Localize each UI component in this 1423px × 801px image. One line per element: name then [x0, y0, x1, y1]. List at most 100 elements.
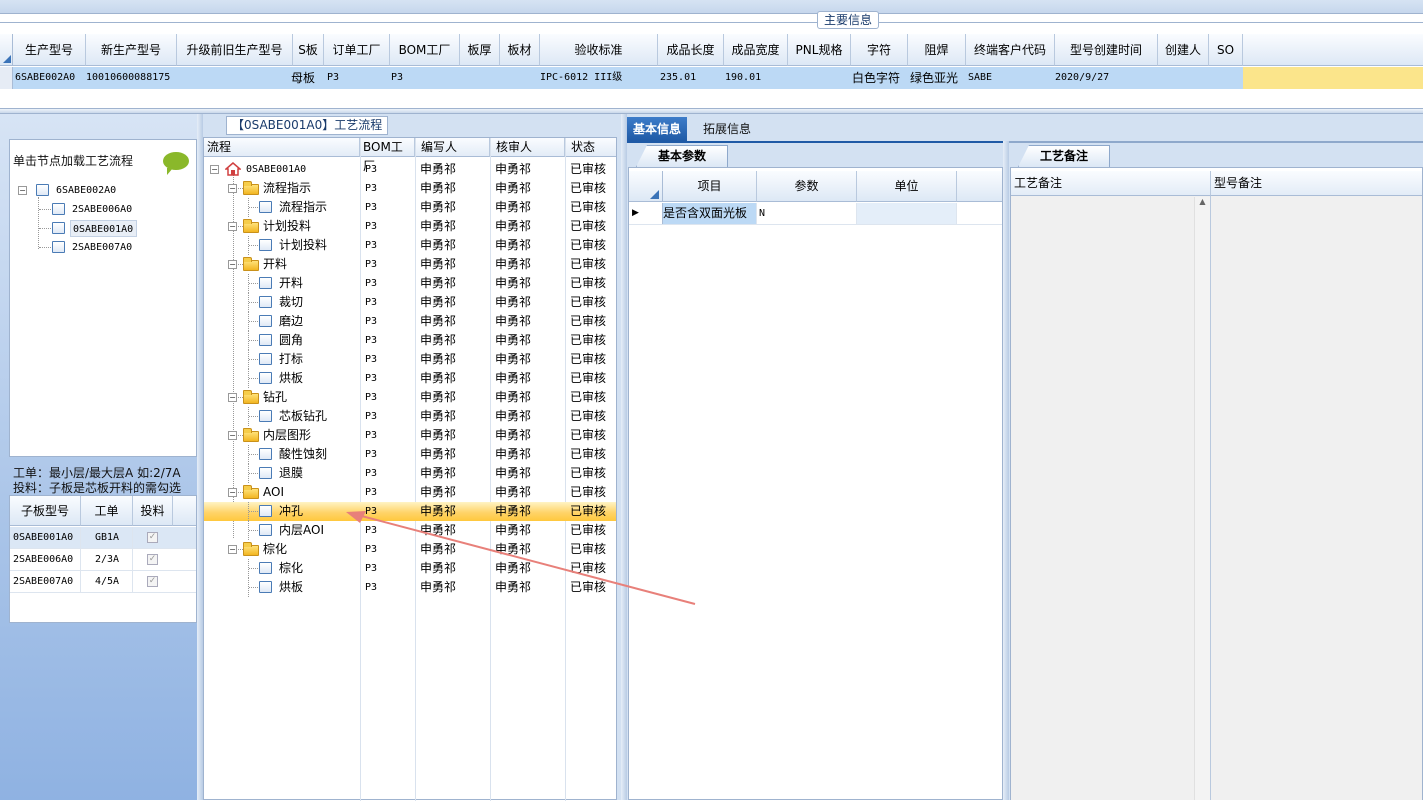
col-sub-model[interactable]: 子板型号	[10, 496, 81, 526]
col-feed[interactable]: 投料	[133, 496, 173, 526]
process-row[interactable]: − 流程指示 P3 申勇祁 申勇祁 已审核	[204, 179, 616, 198]
col-new-model[interactable]: 新生产型号	[86, 34, 177, 66]
collapse-icon[interactable]: −	[228, 431, 237, 440]
process-row[interactable]: − 内层图形 P3 申勇祁 申勇祁 已审核	[204, 426, 616, 445]
feed-checkbox[interactable]: ✓	[147, 532, 158, 543]
cell-work-order[interactable]: 4/5A	[81, 571, 133, 593]
collapse-icon[interactable]: −	[228, 260, 237, 269]
col-model-notes[interactable]: 型号备注	[1211, 171, 1422, 196]
cell-prod-model[interactable]: 6SABE002A0	[15, 67, 75, 89]
cell-work-order[interactable]: 2/3A	[81, 549, 133, 571]
col-create-time[interactable]: 型号创建时间	[1055, 34, 1158, 66]
cell-end-customer[interactable]: SABE	[968, 67, 992, 89]
process-row[interactable]: 流程指示 P3 申勇祁 申勇祁 已审核	[204, 198, 616, 217]
process-row[interactable]: − 0SABE001A0 P3 申勇祁 申勇祁 已审核	[204, 160, 616, 179]
table-row[interactable]: 2SABE006A0 2/3A ✓	[10, 549, 196, 571]
feed-checkbox[interactable]: ✓	[147, 576, 158, 587]
collapse-icon[interactable]: −	[18, 186, 27, 195]
row-selector[interactable]	[0, 67, 13, 89]
scrollbar[interactable]: ▲	[1194, 197, 1210, 800]
cell-bom-factory[interactable]: P3	[391, 67, 403, 89]
col-char[interactable]: 字符	[851, 34, 908, 66]
process-row[interactable]: 裁切 P3 申勇祁 申勇祁 已审核	[204, 293, 616, 312]
col-bom-factory[interactable]: BOM工厂	[360, 138, 415, 173]
cell-sub-model[interactable]: 2SABE006A0	[13, 549, 81, 571]
col-accept-std[interactable]: 验收标准	[540, 34, 658, 66]
col-so[interactable]: SO	[1209, 34, 1243, 66]
col-status[interactable]: 状态	[565, 138, 616, 157]
col-pnl[interactable]: PNL规格	[788, 34, 851, 66]
collapse-icon[interactable]: −	[228, 184, 237, 193]
process-row[interactable]: − 开料 P3 申勇祁 申勇祁 已审核	[204, 255, 616, 274]
col-old-model[interactable]: 升级前旧生产型号	[177, 34, 293, 66]
cell-create-time[interactable]: 2020/9/27	[1055, 67, 1109, 89]
col-unit[interactable]: 单位	[857, 171, 957, 202]
grid-corner-icon[interactable]	[0, 34, 13, 66]
cell-work-order[interactable]: GB1A	[81, 527, 133, 549]
col-bom-factory[interactable]: BOM工厂	[390, 34, 460, 66]
cell-sub-model[interactable]: 0SABE001A0	[13, 527, 81, 549]
process-row[interactable]: 退膜 P3 申勇祁 申勇祁 已审核	[204, 464, 616, 483]
cell-new-model[interactable]: 10010600088175	[86, 67, 170, 89]
tab-basic-info[interactable]: 基本信息	[627, 117, 688, 141]
feed-checkbox[interactable]: ✓	[147, 554, 158, 565]
cell-param[interactable]: N	[758, 203, 857, 224]
col-param[interactable]: 参数	[757, 171, 857, 202]
process-row[interactable]: 开料 P3 申勇祁 申勇祁 已审核	[204, 274, 616, 293]
tree-node[interactable]: 2SABE007A0	[70, 239, 135, 256]
table-row[interactable]: 2SABE007A0 4/5A ✓	[10, 571, 196, 593]
cell-order-factory[interactable]: P3	[327, 67, 339, 89]
cell-s-board[interactable]: 母板	[291, 67, 315, 89]
process-row[interactable]: − AOI P3 申勇祁 申勇祁 已审核	[204, 483, 616, 502]
col-reviewer[interactable]: 核审人	[490, 138, 565, 157]
vertical-splitter[interactable]	[1003, 141, 1009, 800]
tab-extended-info[interactable]: 拓展信息	[697, 117, 757, 141]
grid-corner-icon[interactable]	[629, 171, 663, 202]
process-row[interactable]: 圆角 P3 申勇祁 申勇祁 已审核	[204, 331, 616, 350]
collapse-icon[interactable]: −	[228, 488, 237, 497]
tree-root[interactable]: 6SABE002A0	[54, 182, 119, 199]
cell-char[interactable]: 白色字符	[852, 67, 900, 89]
collapse-icon[interactable]: −	[228, 393, 237, 402]
col-width[interactable]: 成品宽度	[724, 34, 788, 66]
cell-length[interactable]: 235.01	[660, 67, 696, 89]
table-row[interactable]: 0SABE001A0 GB1A ✓	[10, 527, 196, 549]
col-order-factory[interactable]: 订单工厂	[324, 34, 390, 66]
col-creator[interactable]: 创建人	[1158, 34, 1209, 66]
process-notes-textarea[interactable]	[1011, 196, 1211, 800]
col-s-board[interactable]: S板	[293, 34, 324, 66]
col-prod-model[interactable]: 生产型号	[13, 34, 86, 66]
tab-process-notes[interactable]: 工艺备注	[1018, 145, 1110, 167]
col-material[interactable]: 板材	[500, 34, 540, 66]
process-row[interactable]: 烘板 P3 申勇祁 申勇祁 已审核	[204, 369, 616, 388]
tab-basic-params[interactable]: 基本参数	[636, 145, 728, 167]
cell-unit[interactable]	[857, 203, 957, 224]
model-notes-textarea[interactable]	[1211, 196, 1422, 800]
col-end-customer[interactable]: 终端客户代码	[966, 34, 1055, 66]
process-row[interactable]: 芯板钻孔 P3 申勇祁 申勇祁 已审核	[204, 407, 616, 426]
col-process[interactable]: 流程	[204, 138, 360, 157]
process-row[interactable]: 打标 P3 申勇祁 申勇祁 已审核	[204, 350, 616, 369]
col-work-order[interactable]: 工单	[81, 496, 133, 526]
collapse-icon[interactable]: −	[228, 222, 237, 231]
col-process-notes[interactable]: 工艺备注	[1011, 171, 1211, 196]
tree-node[interactable]: 2SABE006A0	[70, 201, 135, 218]
col-thickness[interactable]: 板厚	[460, 34, 500, 66]
process-row[interactable]: − 计划投料 P3 申勇祁 申勇祁 已审核	[204, 217, 616, 236]
process-row[interactable]: 计划投料 P3 申勇祁 申勇祁 已审核	[204, 236, 616, 255]
process-row[interactable]: 磨边 P3 申勇祁 申勇祁 已审核	[204, 312, 616, 331]
col-item[interactable]: 项目	[663, 171, 757, 202]
cell-accept-std[interactable]: IPC-6012 III级	[540, 67, 622, 89]
row-pointer-icon[interactable]: ▶	[629, 203, 663, 224]
collapse-icon[interactable]: −	[210, 165, 219, 174]
collapse-icon[interactable]: −	[228, 545, 237, 554]
process-row[interactable]: − 钻孔 P3 申勇祁 申勇祁 已审核	[204, 388, 616, 407]
tree-node-selected[interactable]: 0SABE001A0	[70, 220, 138, 237]
cell-solder[interactable]: 绿色亚光	[910, 67, 958, 89]
col-solder[interactable]: 阻焊	[908, 34, 966, 66]
cell-sub-model[interactable]: 2SABE007A0	[13, 571, 81, 593]
process-row[interactable]: 酸性蚀刻 P3 申勇祁 申勇祁 已审核	[204, 445, 616, 464]
col-writer[interactable]: 编写人	[415, 138, 490, 157]
cell-width[interactable]: 190.01	[725, 67, 761, 89]
col-length[interactable]: 成品长度	[658, 34, 724, 66]
